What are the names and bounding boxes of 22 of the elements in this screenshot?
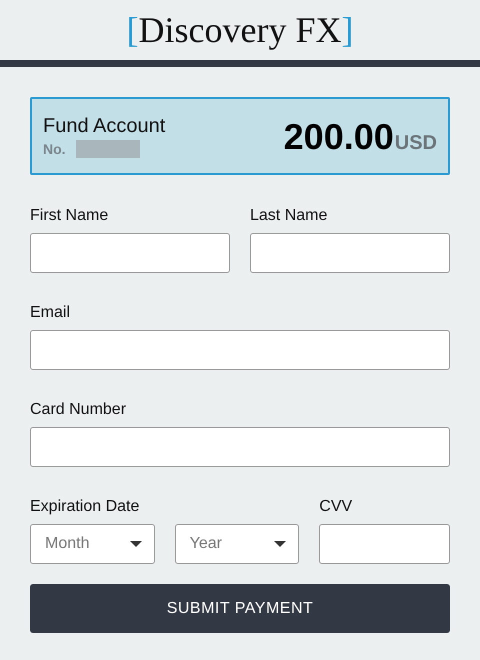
dropdown[interactable]: Year bbox=[174, 524, 300, 564]
field-label: Last Name bbox=[250, 207, 328, 225]
input-field[interactable] bbox=[319, 524, 450, 564]
brand-logo: [Discovery FX] bbox=[126, 12, 354, 48]
caret-icon bbox=[130, 541, 142, 547]
submit-button[interactable]: SUBMIT PAYMENT bbox=[30, 584, 450, 633]
field-label: Expiration Date bbox=[30, 498, 140, 516]
field-label: Card Number bbox=[30, 401, 128, 419]
input-field[interactable] bbox=[30, 233, 230, 273]
currency: USD bbox=[394, 132, 437, 155]
field-label: Email bbox=[30, 304, 72, 322]
input-field[interactable] bbox=[30, 330, 450, 370]
amount: 200.00 bbox=[284, 116, 394, 158]
input-field[interactable] bbox=[30, 427, 450, 467]
account-number-label: No. bbox=[43, 140, 66, 156]
field-label: First Name bbox=[30, 207, 110, 225]
input-field[interactable] bbox=[250, 233, 450, 273]
account-title: Fund Account bbox=[43, 114, 166, 138]
field-label: CVV bbox=[319, 498, 354, 516]
redacted-number bbox=[76, 140, 140, 158]
dropdown[interactable]: Month bbox=[30, 524, 155, 564]
caret-icon bbox=[274, 541, 286, 547]
